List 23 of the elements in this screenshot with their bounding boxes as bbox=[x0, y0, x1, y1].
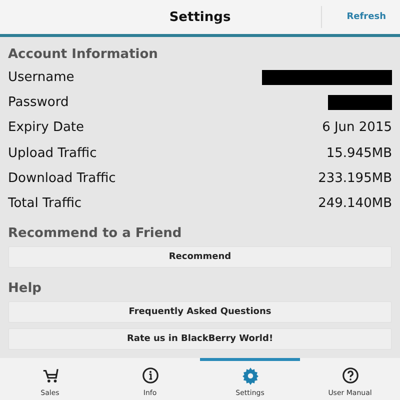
field-label: Username bbox=[8, 70, 74, 86]
section-heading: Help bbox=[8, 280, 42, 298]
settings-icon bbox=[240, 366, 260, 385]
field-label: Password bbox=[8, 95, 69, 110]
field-value: 15.945MB bbox=[326, 146, 392, 161]
field-value: 233.195MB bbox=[318, 170, 392, 186]
refresh-button[interactable]: Refresh bbox=[342, 6, 390, 28]
field-label: Total Traffic bbox=[8, 196, 82, 212]
screen-title: Settings bbox=[169, 10, 231, 24]
help-icon bbox=[340, 366, 360, 385]
action-button[interactable]: Rate us in BlackBerry World! bbox=[8, 328, 392, 350]
redaction-bar bbox=[328, 95, 392, 110]
field-label: Download Traffic bbox=[8, 170, 116, 186]
info-icon bbox=[140, 366, 160, 385]
section-heading: Recommend to a Friend bbox=[8, 225, 183, 244]
field-value: 249.140MB bbox=[318, 196, 392, 212]
field-label: Upload Traffic bbox=[8, 146, 97, 161]
action-button[interactable]: Frequently Asked Questions bbox=[8, 301, 392, 324]
action-button[interactable]: Recommend bbox=[8, 246, 392, 268]
section-heading: Account Information bbox=[8, 46, 159, 64]
cart-icon bbox=[40, 366, 60, 385]
field-label: Expiry Date bbox=[8, 120, 84, 136]
field-value: 6 Jun 2015 bbox=[322, 120, 392, 136]
